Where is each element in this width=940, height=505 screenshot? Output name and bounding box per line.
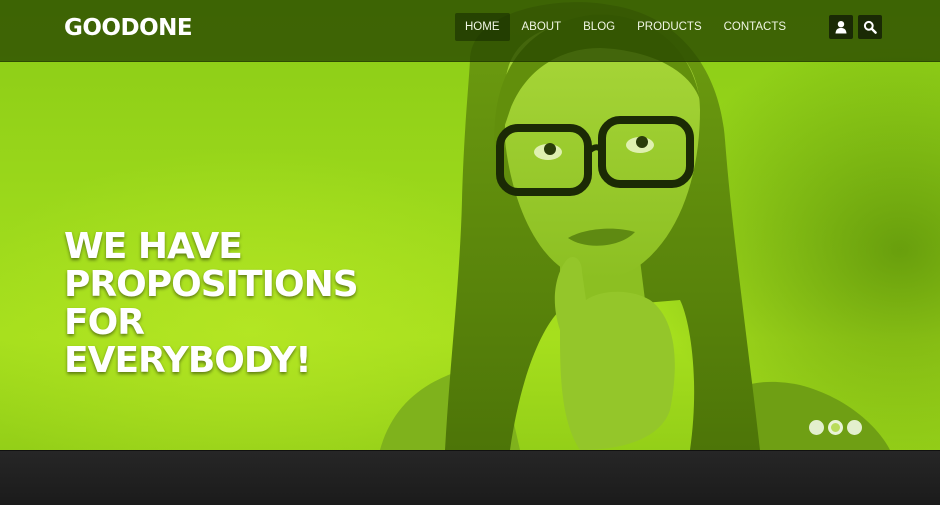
hero-headline-line-1: WE HAVE [64, 226, 243, 267]
search-icon [863, 20, 877, 34]
site-logo[interactable]: GOODONE [64, 15, 193, 41]
search-button[interactable] [858, 15, 882, 39]
main-nav: HOME ABOUT BLOG PRODUCTS CONTACTS [455, 13, 796, 41]
hero-headline: WE HAVE PROPOSITIONS FOR EVERYBODY! [64, 228, 424, 380]
hero-headline-line-3: FOR [64, 302, 145, 343]
nav-item-blog[interactable]: BLOG [573, 13, 625, 41]
slider-dot-3[interactable] [847, 420, 862, 435]
nav-item-contacts[interactable]: CONTACTS [714, 13, 796, 41]
top-navigation-bar: GOODONE HOME ABOUT BLOG PRODUCTS CONTACT… [0, 0, 940, 62]
slider-pagination [809, 420, 866, 435]
nav-item-about[interactable]: ABOUT [512, 13, 572, 41]
slider-dot-2[interactable] [828, 420, 843, 435]
nav-item-home[interactable]: HOME [455, 13, 510, 41]
hero-headline-line-4: EVERYBODY! [64, 340, 312, 381]
hero-slider: GOODONE HOME ABOUT BLOG PRODUCTS CONTACT… [0, 0, 940, 450]
nav-item-products[interactable]: PRODUCTS [627, 13, 712, 41]
content-strip [0, 450, 940, 505]
slider-dot-1[interactable] [809, 420, 824, 435]
user-button[interactable] [829, 15, 853, 39]
user-icon [835, 21, 847, 34]
hero-headline-line-2: PROPOSITIONS [64, 264, 359, 305]
hero-portrait-image [380, 2, 890, 450]
